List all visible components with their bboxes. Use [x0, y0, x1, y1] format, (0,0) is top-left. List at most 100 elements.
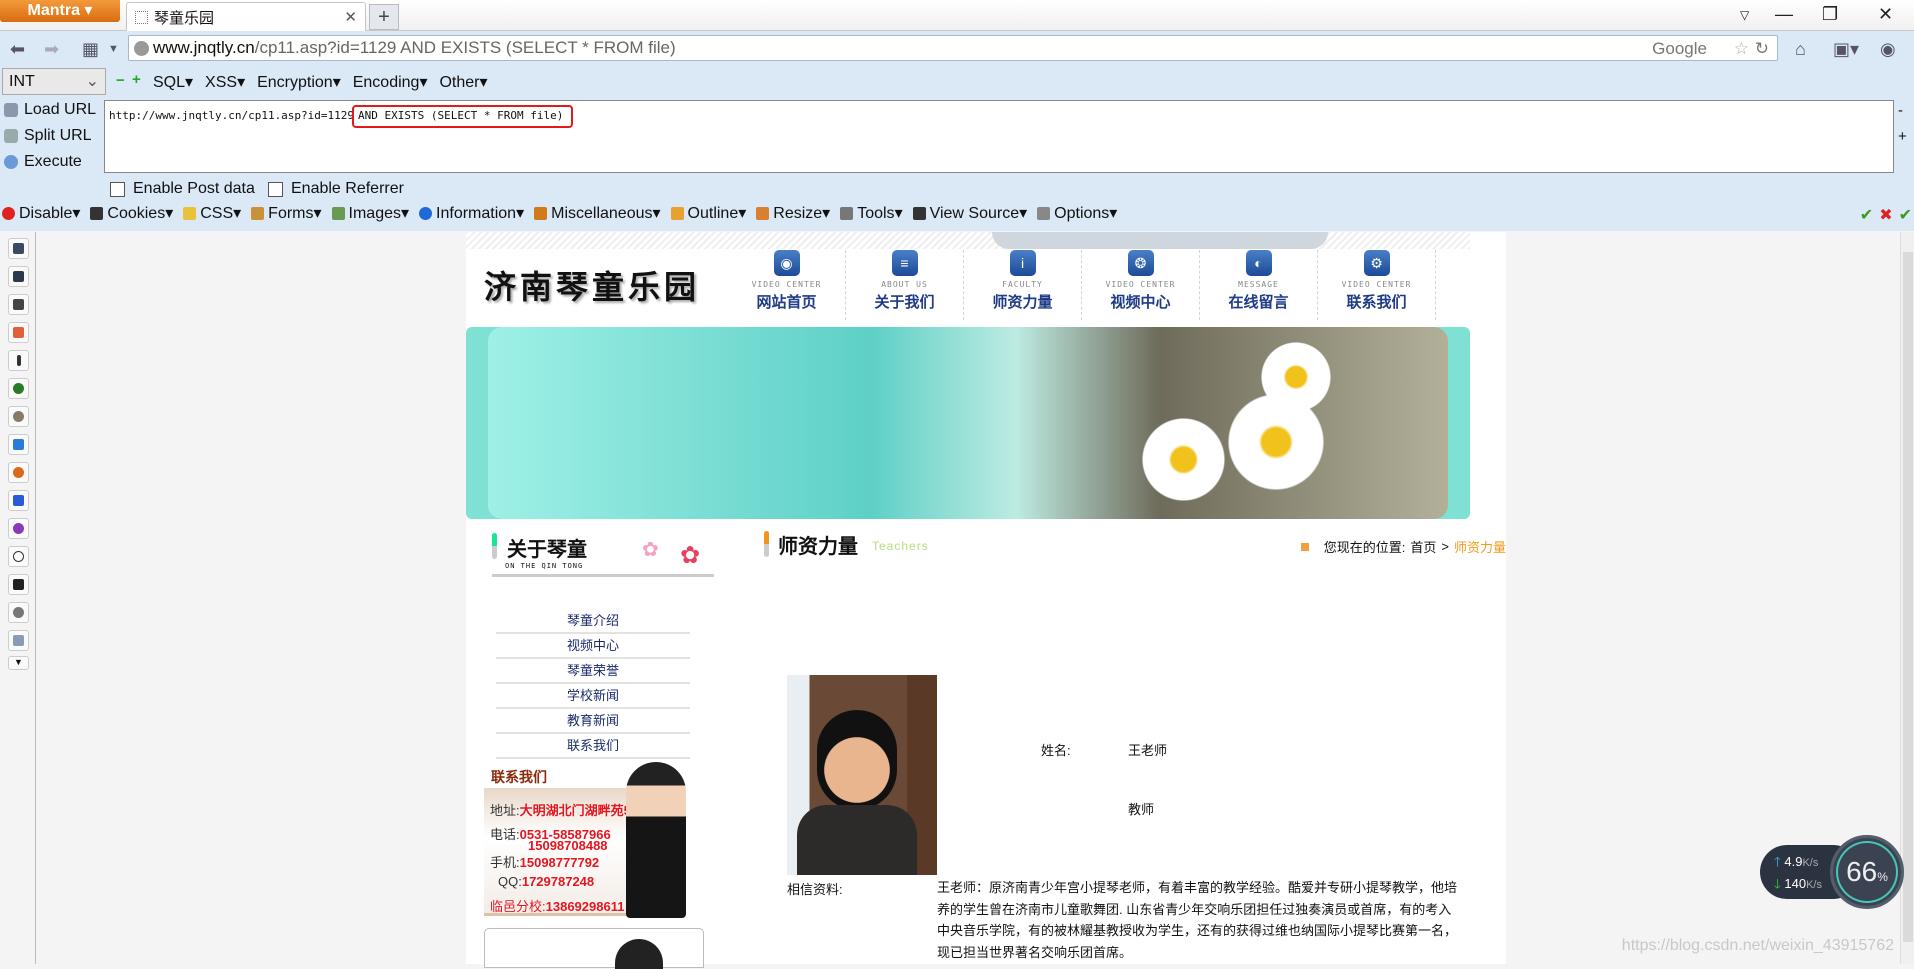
restore-icon[interactable]: ❐	[1822, 4, 1838, 25]
nav-about[interactable]: ≡ ABOUT US 关于我们	[846, 250, 964, 320]
menu-item[interactable]: 琴童荣誉	[496, 659, 690, 684]
ws-icon[interactable]	[8, 322, 29, 343]
menu-encoding[interactable]: Encoding▾	[353, 72, 428, 92]
nav-faculty[interactable]: i FACULTY 师资力量	[964, 250, 1082, 320]
enable-referrer-checkbox[interactable]: Enable Referrer	[268, 180, 404, 198]
new-tab-button[interactable]: +	[369, 4, 399, 30]
nav-home[interactable]: ◉ VIDEO CENTER 网站首页	[728, 250, 846, 320]
seahorse-icon[interactable]	[8, 490, 29, 511]
tab-list-icon[interactable]: ▽	[1740, 8, 1749, 22]
home-icon[interactable]: ⌂	[1795, 39, 1806, 60]
nav-contact[interactable]: ⚙ VIDEO CENTER 联系我们	[1318, 250, 1436, 320]
back-icon[interactable]: ⬅	[10, 39, 25, 60]
menu-item[interactable]: 视频中心	[496, 634, 690, 659]
site-header: 济南琴童乐园 ◉ VIDEO CENTER 网站首页 ≡ ABOUT US 关于我们 i…	[466, 232, 1470, 324]
location-icon	[1300, 542, 1309, 551]
teacher-photo	[787, 675, 937, 875]
link-icon[interactable]	[8, 406, 29, 427]
firebug-icon[interactable]	[8, 462, 29, 483]
url-bar[interactable]: www.jnqtly.cn/cp11.asp?id=1129 AND EXIST…	[128, 35, 1778, 61]
contact-heading: 联系我们	[491, 769, 547, 785]
minimize-icon[interactable]: —	[1775, 4, 1793, 25]
expand-icon[interactable]: +	[1898, 128, 1907, 145]
download-icon[interactable]	[8, 294, 29, 315]
execute-button[interactable]: Execute	[4, 153, 82, 171]
globe-icon	[134, 41, 149, 56]
enable-post-checkbox[interactable]: Enable Post data	[110, 180, 255, 198]
type-select[interactable]: INT ⌄	[2, 68, 106, 95]
header-decoration	[992, 232, 1328, 249]
close-tab-icon[interactable]: ✕	[344, 8, 357, 26]
hackbar-panel: INT ⌄ − + SQL▾ XSS▾ Encryption▾ Encoding▾…	[0, 66, 1914, 231]
network-speed-widget[interactable]: 🡑 4.9K/s 🡓 140K/s 66%	[1760, 835, 1904, 911]
wd-css[interactable]: CSS▾	[183, 203, 241, 223]
grid-icon[interactable]	[8, 574, 29, 595]
bookmarks-icon[interactable]: ▣▾	[1833, 39, 1859, 60]
tab-title: 琴童乐园	[154, 9, 215, 27]
sphere-icon[interactable]	[8, 602, 29, 623]
menu-item[interactable]: 琴童介绍	[496, 609, 690, 634]
css-valid-icon[interactable]: ✔	[1860, 205, 1873, 225]
film-icon: ❂	[1127, 250, 1154, 276]
wd-information[interactable]: Information▾	[419, 203, 524, 223]
menu-item[interactable]: 学校新闻	[496, 684, 690, 709]
decrease-icon[interactable]: −	[116, 72, 125, 89]
increase-icon[interactable]: +	[132, 71, 141, 88]
bookmark-icon[interactable]	[8, 238, 29, 259]
account-icon[interactable]: ◉	[1880, 39, 1896, 60]
bookmark-star-icon[interactable]: ☆	[1734, 39, 1749, 59]
wd-outline[interactable]: Outline▾	[670, 203, 746, 223]
site-logo[interactable]: 济南琴童乐园	[484, 262, 700, 308]
apps-icon[interactable]: ▦	[82, 39, 99, 60]
reload-icon[interactable]: ↻	[1755, 39, 1769, 59]
virus-icon[interactable]	[8, 518, 29, 539]
url-textarea[interactable]: http://www.jnqtly.cn/cp11.asp?id=1129 AND…	[104, 100, 1894, 173]
nav-video[interactable]: ❂ VIDEO CENTER 视频中心	[1082, 250, 1200, 320]
web-page: 济南琴童乐园 ◉ VIDEO CENTER 网站首页 ≡ ABOUT US 关于我们 i…	[466, 232, 1506, 969]
menu-item[interactable]: 教育新闻	[496, 709, 690, 734]
wd-disable[interactable]: Disable▾	[2, 203, 80, 223]
cookie-icon[interactable]	[8, 546, 29, 567]
document-icon: ≡	[891, 250, 918, 276]
lotus-flower	[1256, 337, 1336, 417]
wd-resize[interactable]: Resize▾	[756, 203, 830, 223]
menu-sql[interactable]: SQL▾	[153, 72, 193, 92]
eraser-icon[interactable]	[8, 630, 29, 651]
web-developer-toolbar: Disable▾ Cookies▾ CSS▾ Forms▾ Images▾ In…	[2, 203, 1117, 223]
wd-miscellaneous[interactable]: Miscellaneous▾	[534, 203, 661, 223]
green-orb-icon[interactable]	[8, 378, 29, 399]
load-url-button[interactable]: Load URL	[4, 101, 96, 119]
search-engine-label[interactable]: Google	[1652, 39, 1707, 59]
lotus-flower	[1136, 412, 1231, 507]
forward-icon[interactable]: ➡	[44, 39, 59, 60]
wd-tools[interactable]: Tools▾	[840, 203, 903, 223]
history-dropdown-icon[interactable]: ▼	[108, 43, 119, 55]
menu-other[interactable]: Other▾	[439, 72, 487, 92]
breadcrumb-current[interactable]: 师资力量	[1454, 537, 1506, 556]
menu-item[interactable]: 联系我们	[496, 734, 690, 759]
shrink-icon[interactable]: -	[1898, 102, 1903, 119]
split-url-button[interactable]: Split URL	[4, 127, 92, 145]
wd-view-source[interactable]: View Source▾	[912, 203, 1027, 223]
menu-xss[interactable]: XSS▾	[205, 72, 245, 92]
close-window-icon[interactable]: ✕	[1878, 4, 1893, 25]
favicon-icon	[135, 10, 148, 24]
html-valid-icon[interactable]: ✔	[1899, 205, 1912, 225]
puzzle-icon[interactable]	[8, 266, 29, 287]
menu-encryption[interactable]: Encryption▾	[257, 72, 341, 92]
app-menu-button[interactable]: Mantra ▾	[0, 0, 120, 22]
error-icon[interactable]: ✖	[1879, 205, 1892, 225]
flower-icon: ✿	[680, 542, 701, 569]
tab-active[interactable]: 琴童乐园 ✕	[126, 2, 366, 31]
info-icon[interactable]	[8, 350, 29, 371]
about-heading: 关于琴童 ON THE QIN TONG ✿ ✿	[492, 529, 714, 577]
nav-message[interactable]: ◐ MESSAGE 在线留言	[1200, 250, 1318, 320]
more-icon[interactable]: ▼	[8, 656, 29, 670]
select-element-icon[interactable]	[8, 434, 29, 455]
wd-options[interactable]: Options▾	[1037, 203, 1117, 223]
scissors-icon	[4, 129, 18, 143]
breadcrumb-home[interactable]: 首页	[1410, 537, 1436, 556]
wd-images[interactable]: Images▾	[331, 203, 409, 223]
wd-cookies[interactable]: Cookies▾	[90, 203, 173, 223]
wd-forms[interactable]: Forms▾	[251, 203, 322, 223]
